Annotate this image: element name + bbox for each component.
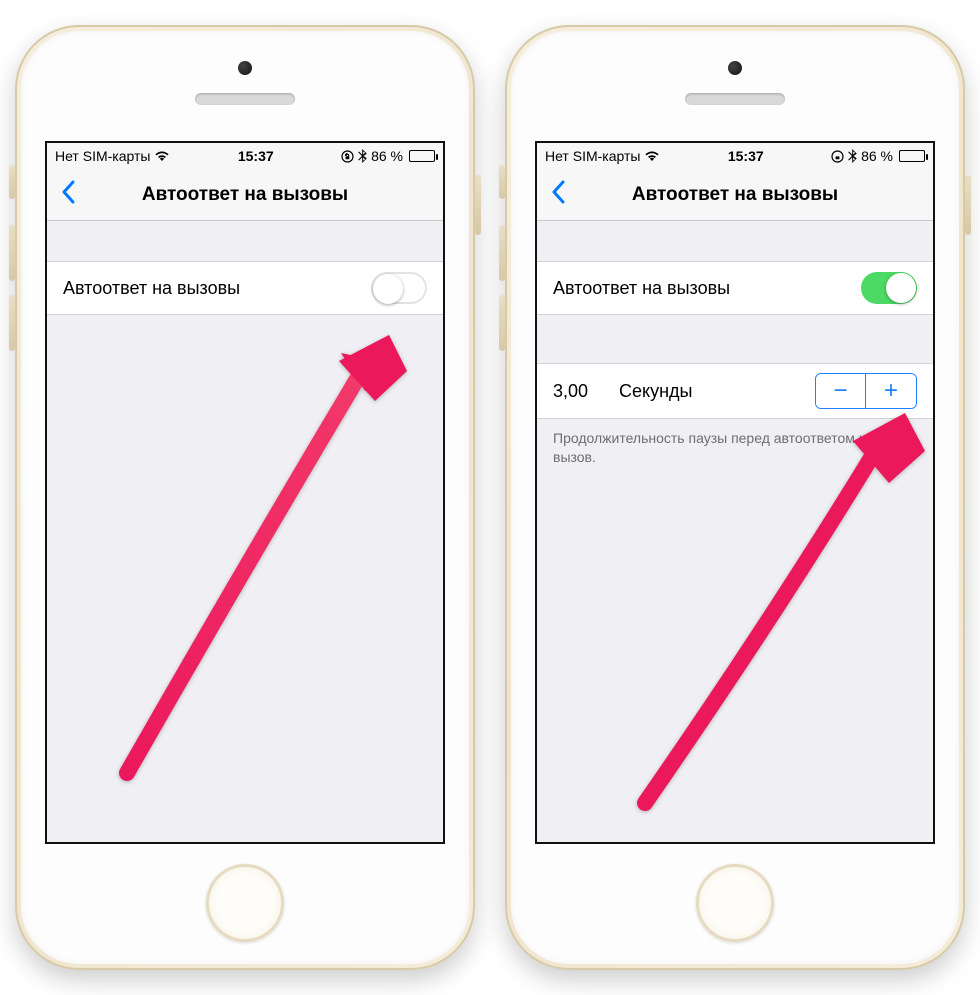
phone-right: Нет SIM-карты 15:37 86 % bbox=[505, 25, 965, 970]
wifi-icon bbox=[644, 150, 660, 162]
battery-pct: 86 % bbox=[371, 148, 403, 164]
back-button[interactable] bbox=[55, 176, 81, 214]
section-spacer bbox=[47, 221, 443, 261]
seconds-stepper: − + bbox=[815, 373, 917, 409]
status-bar: Нет SIM-карты 15:37 86 % bbox=[537, 143, 933, 169]
clock: 15:37 bbox=[728, 148, 764, 164]
rotation-lock-icon bbox=[831, 150, 844, 163]
stepper-minus-button[interactable]: − bbox=[816, 374, 866, 408]
page-title: Автоответ на вызовы bbox=[142, 184, 348, 206]
auto-answer-label: Автоответ на вызовы bbox=[63, 278, 371, 299]
home-button[interactable] bbox=[206, 864, 284, 942]
volume-down bbox=[9, 295, 15, 351]
screen: Нет SIM-карты 15:37 86 % bbox=[45, 141, 445, 844]
nav-bar: Автоответ на вызовы bbox=[47, 169, 443, 221]
rotation-lock-icon bbox=[341, 150, 354, 163]
seconds-unit: Секунды bbox=[619, 381, 797, 402]
bluetooth-icon bbox=[848, 149, 857, 163]
section-spacer bbox=[537, 221, 933, 261]
home-button[interactable] bbox=[696, 864, 774, 942]
volume-down bbox=[499, 295, 505, 351]
seconds-footer: Продолжительность паузы перед автоответо… bbox=[537, 419, 933, 467]
auto-answer-toggle[interactable] bbox=[861, 272, 917, 304]
front-camera bbox=[238, 61, 252, 75]
auto-answer-label: Автоответ на вызовы bbox=[553, 278, 861, 299]
wifi-icon bbox=[154, 150, 170, 162]
earpiece-speaker bbox=[685, 93, 785, 105]
seconds-value: 3,00 bbox=[553, 381, 601, 402]
auto-answer-toggle[interactable] bbox=[371, 272, 427, 304]
status-bar: Нет SIM-карты 15:37 86 % bbox=[47, 143, 443, 169]
annotation-arrow bbox=[107, 303, 417, 783]
battery-pct: 86 % bbox=[861, 148, 893, 164]
volume-up bbox=[9, 225, 15, 281]
carrier-text: Нет SIM-карты bbox=[545, 148, 640, 164]
mute-switch bbox=[9, 165, 15, 199]
stepper-plus-button[interactable]: + bbox=[866, 374, 916, 408]
auto-answer-row[interactable]: Автоответ на вызовы bbox=[537, 261, 933, 315]
back-button[interactable] bbox=[545, 176, 571, 214]
nav-bar: Автоответ на вызовы bbox=[537, 169, 933, 221]
battery-icon bbox=[409, 150, 435, 162]
power-button bbox=[475, 175, 481, 235]
section-spacer bbox=[537, 315, 933, 363]
seconds-row: 3,00 Секунды − + bbox=[537, 363, 933, 419]
volume-up bbox=[499, 225, 505, 281]
carrier-text: Нет SIM-карты bbox=[55, 148, 150, 164]
phone-left: Нет SIM-карты 15:37 86 % bbox=[15, 25, 475, 970]
screen: Нет SIM-карты 15:37 86 % bbox=[535, 141, 935, 844]
auto-answer-row[interactable]: Автоответ на вызовы bbox=[47, 261, 443, 315]
mute-switch bbox=[499, 165, 505, 199]
page-title: Автоответ на вызовы bbox=[632, 184, 838, 206]
power-button bbox=[965, 175, 971, 235]
earpiece-speaker bbox=[195, 93, 295, 105]
clock: 15:37 bbox=[238, 148, 274, 164]
battery-icon bbox=[899, 150, 925, 162]
front-camera bbox=[728, 61, 742, 75]
bluetooth-icon bbox=[358, 149, 367, 163]
